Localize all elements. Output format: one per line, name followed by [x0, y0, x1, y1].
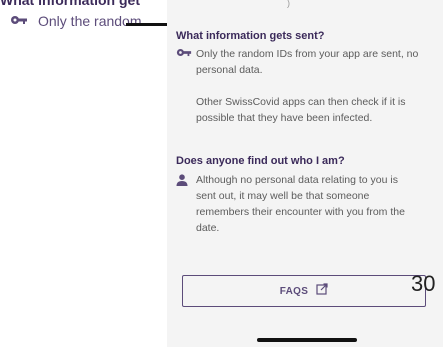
section-title-what-sent: What information gets sent?	[176, 30, 325, 42]
background-row: Only the random	[10, 12, 142, 30]
paragraph: Only the random IDs from your app are se…	[196, 48, 419, 76]
overlay-number: 30	[411, 271, 436, 296]
key-icon	[10, 12, 28, 30]
background-heading: What information get	[0, 0, 140, 8]
section-row-what-sent: Only the random IDs from your app are se…	[176, 46, 420, 126]
top-fragment: )	[287, 0, 290, 8]
paragraph: Other SwissCovid apps can then check if …	[196, 96, 406, 124]
paragraph: Although no personal data relating to yo…	[196, 174, 405, 234]
person-icon	[176, 172, 196, 186]
background-row-text: Only the random	[38, 13, 142, 29]
faqs-button[interactable]: FAQS	[182, 275, 426, 307]
faqs-button-label: FAQS	[279, 285, 309, 297]
home-indicator	[257, 338, 357, 342]
key-icon	[176, 46, 196, 57]
background-screen: What information get Only the random	[0, 0, 167, 32]
section-title-anonymity: Does anyone find out who I am?	[176, 155, 345, 167]
section-row-anonymity: Although no personal data relating to yo…	[176, 172, 420, 236]
external-link-icon	[316, 282, 328, 300]
info-sheet: ) What information gets sent? Only the r…	[167, 0, 443, 347]
divider	[126, 23, 167, 26]
